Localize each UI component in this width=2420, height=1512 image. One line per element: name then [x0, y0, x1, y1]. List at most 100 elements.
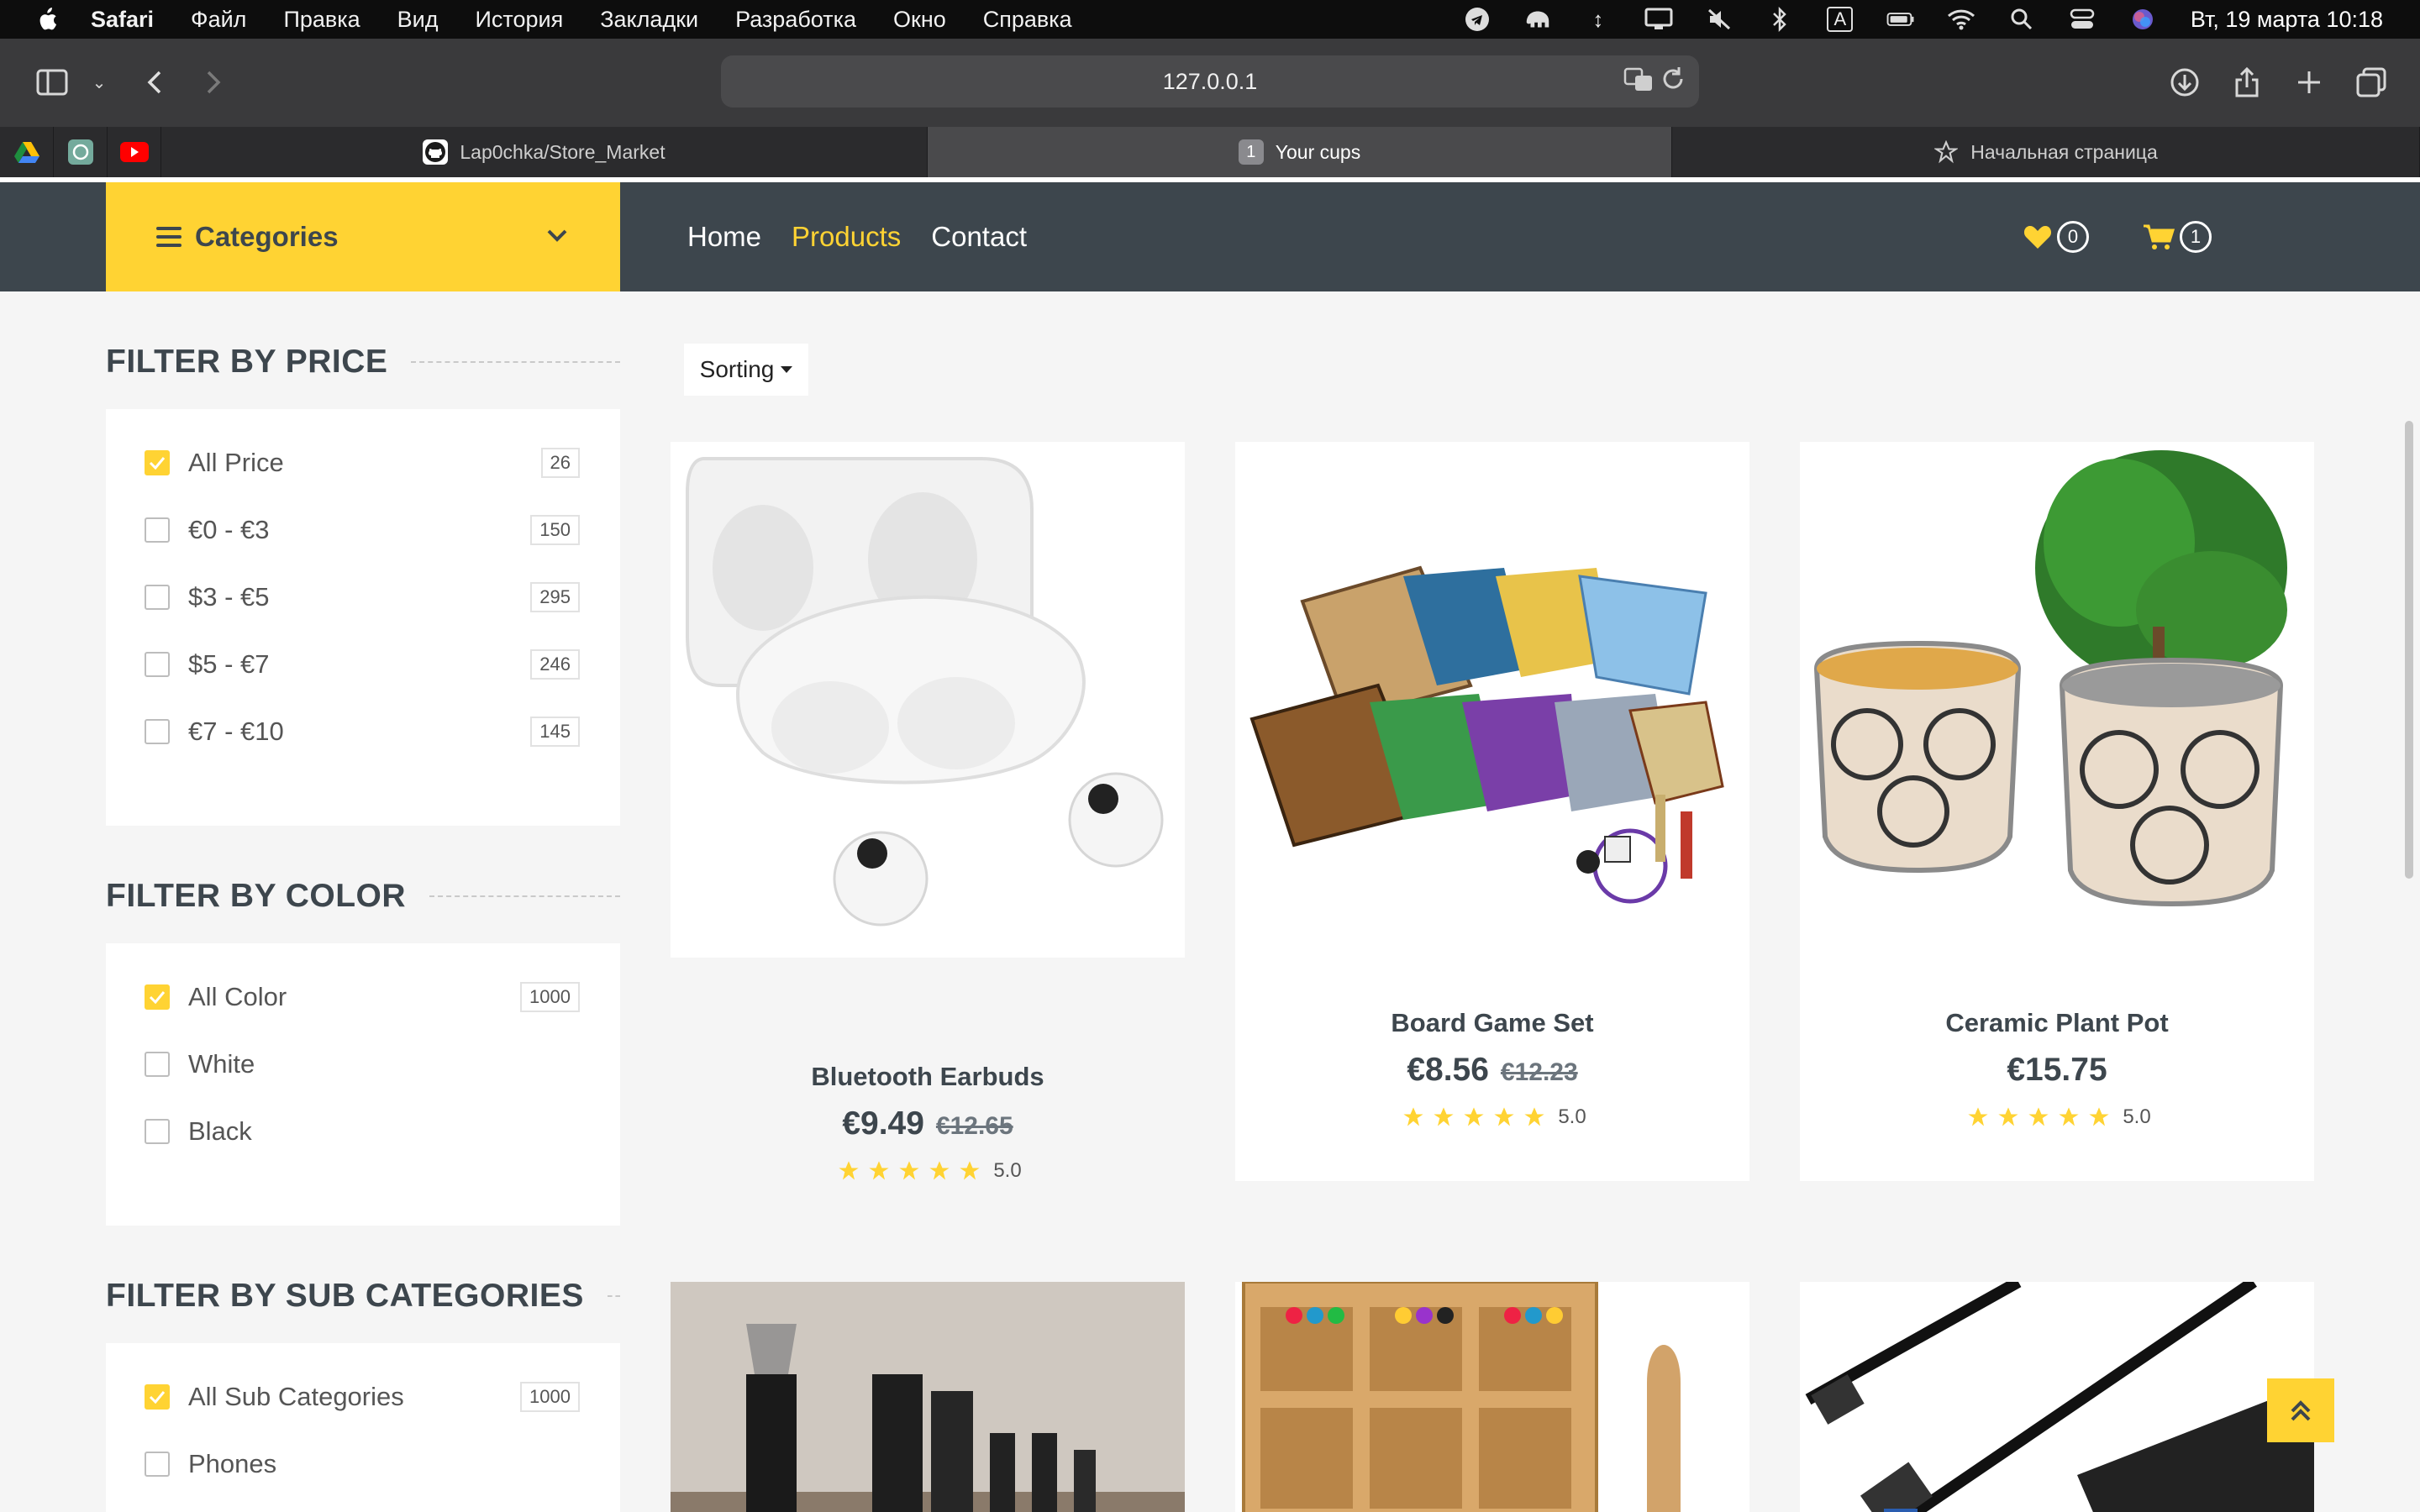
wishlist-button[interactable]: 0 [2023, 221, 2089, 253]
product-card[interactable] [671, 1282, 1185, 1512]
wifi-icon[interactable] [1947, 7, 1975, 32]
product-image-board-game[interactable] [1235, 442, 1749, 956]
product-name[interactable]: Bluetooth Earbuds [671, 1062, 1185, 1092]
share-icon[interactable] [2228, 64, 2265, 101]
product-price: €15.75 [2007, 1052, 2107, 1088]
pinned-tab-google-drive[interactable] [0, 127, 54, 177]
menu-develop[interactable]: Разработка [735, 7, 856, 33]
pinned-tab-youtube[interactable] [108, 127, 161, 177]
hamburger-icon [156, 227, 182, 247]
product-card[interactable]: Board Game Set €8.56 €12.23 5.0 [1235, 442, 1749, 1181]
product-card[interactable] [1235, 1282, 1749, 1512]
star-outline-icon [1933, 139, 1959, 165]
color-option-white[interactable]: White [145, 1047, 580, 1081]
categories-label: Categories [195, 221, 339, 252]
color-option-black[interactable]: Black [145, 1115, 580, 1148]
product-card[interactable]: Bluetooth Earbuds €9.49 €12.65 5.0 [671, 442, 1185, 1182]
reload-icon[interactable] [1660, 66, 1689, 96]
translate-icon[interactable] [1623, 67, 1654, 96]
product-name[interactable]: Board Game Set [1235, 1008, 1749, 1038]
nav-link-home[interactable]: Home [687, 221, 761, 253]
pinned-tab-chatgpt[interactable] [54, 127, 108, 177]
display-icon[interactable] [1644, 7, 1673, 32]
product-image-usb-cable[interactable] [1800, 1282, 2314, 1512]
option-label: All Color [188, 982, 287, 1011]
nav-link-products[interactable]: Products [792, 221, 901, 253]
star-icon [869, 1161, 889, 1180]
product-image-plant-pot[interactable] [1800, 442, 2314, 956]
checkbox[interactable] [145, 1119, 170, 1144]
tab-groups-chevron-icon[interactable]: ⌄ [81, 64, 118, 101]
menu-bookmarks[interactable]: Закладки [600, 7, 698, 33]
menu-history[interactable]: История [476, 7, 564, 33]
checkbox[interactable] [145, 1052, 170, 1077]
sub-option-phones[interactable]: Phones [145, 1447, 580, 1481]
product-image-coffee-grinders[interactable] [671, 1282, 1185, 1512]
sidebar-toggle-icon[interactable] [34, 64, 71, 101]
tab-start-page[interactable]: Начальная страница [1672, 127, 2420, 177]
nav-link-contact[interactable]: Contact [931, 221, 1027, 253]
cart-button[interactable]: 1 [2143, 221, 2212, 253]
checkbox-checked[interactable] [145, 1384, 170, 1410]
option-label: Black [188, 1116, 252, 1146]
sorting-dropdown[interactable]: Sorting [684, 344, 808, 396]
telegram-icon[interactable] [1463, 7, 1491, 32]
option-count: 1000 [520, 982, 580, 1012]
apple-logo-icon[interactable] [37, 8, 57, 31]
tab-your-cups[interactable]: 1 Your cups [928, 127, 1672, 177]
sub-option-all[interactable]: All Sub Categories 1000 [145, 1380, 580, 1414]
tab-store-market[interactable]: Lap0chka/Store_Market [161, 127, 928, 177]
star-icon [1524, 1107, 1544, 1126]
address-url: 127.0.0.1 [1162, 68, 1258, 94]
price-option-7-10[interactable]: €7 - €10 145 [145, 715, 580, 748]
input-source-icon[interactable]: A [1826, 7, 1854, 32]
page-scrollbar[interactable] [2405, 421, 2413, 879]
checkbox[interactable] [145, 517, 170, 543]
bluetooth-icon[interactable] [1765, 7, 1794, 32]
sorting-label: Sorting [699, 356, 775, 382]
downloads-icon[interactable] [2166, 64, 2203, 101]
product-card[interactable]: Ceramic Plant Pot €15.75 5.0 [1800, 442, 2314, 1181]
categories-dropdown-button[interactable]: Categories [106, 182, 620, 291]
siri-icon[interactable] [2128, 7, 2157, 32]
menu-app-name[interactable]: Safari [91, 7, 154, 33]
menu-file[interactable]: Файл [191, 7, 246, 33]
back-to-top-button[interactable] [2267, 1378, 2334, 1442]
price-option-5-7[interactable]: $5 - €7 246 [145, 648, 580, 681]
product-image-earbuds[interactable] [671, 442, 1185, 956]
mute-icon[interactable] [1705, 7, 1733, 32]
elephant-icon[interactable] [1523, 7, 1552, 32]
color-option-all[interactable]: All Color 1000 [145, 980, 580, 1014]
menu-view[interactable]: Вид [397, 7, 439, 33]
filter-price-heading: FILTER BY PRICE [106, 344, 388, 380]
checkbox-checked[interactable] [145, 984, 170, 1010]
vertical-arrows-icon[interactable]: ↕ [1584, 7, 1612, 32]
new-tab-icon[interactable] [2291, 64, 2328, 101]
checkbox[interactable] [145, 1452, 170, 1477]
checkbox[interactable] [145, 585, 170, 610]
price-option-0-3[interactable]: €0 - €3 150 [145, 513, 580, 547]
product-image-desk-organizer[interactable] [1235, 1282, 1749, 1512]
product-card[interactable] [1800, 1282, 2314, 1512]
product-name[interactable]: Ceramic Plant Pot [1800, 1008, 2314, 1038]
tab-overview-icon[interactable] [2353, 64, 2390, 101]
spotlight-search-icon[interactable] [2007, 7, 2036, 32]
forward-icon[interactable] [195, 64, 232, 101]
control-center-icon[interactable] [2068, 7, 2096, 32]
checkbox-checked[interactable] [145, 450, 170, 475]
address-bar[interactable]: 127.0.0.1 [721, 55, 1699, 108]
tab-label: Lap0chka/Store_Market [460, 140, 666, 163]
price-option-all[interactable]: All Price 26 [145, 446, 580, 480]
checkbox[interactable] [145, 652, 170, 677]
menu-edit[interactable]: Правка [283, 7, 360, 33]
checkbox[interactable] [145, 719, 170, 744]
menu-window[interactable]: Окно [893, 7, 946, 33]
menu-help[interactable]: Справка [983, 7, 1072, 33]
option-label: €7 - €10 [188, 717, 284, 746]
back-icon[interactable] [136, 64, 173, 101]
menubar-clock[interactable]: Вт, 19 марта 10:18 [2191, 7, 2383, 33]
wishlist-count-badge: 0 [2057, 221, 2089, 253]
chatgpt-icon [67, 139, 93, 165]
battery-icon[interactable] [1886, 7, 1915, 32]
price-option-3-5[interactable]: $3 - €5 295 [145, 580, 580, 614]
